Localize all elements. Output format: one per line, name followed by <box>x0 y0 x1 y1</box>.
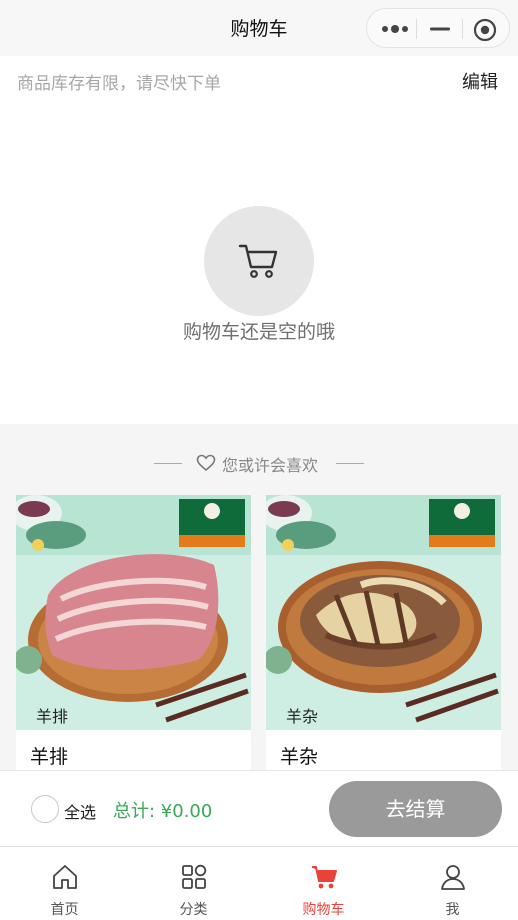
tab-home[interactable]: 首页 <box>0 847 129 920</box>
capsule-divider <box>462 19 463 39</box>
category-icon <box>182 864 207 889</box>
navbar: 购物车 <box>0 0 518 56</box>
cart-icon <box>312 866 337 889</box>
user-icon <box>441 865 465 890</box>
total-amount: 总计: ¥0.00 <box>113 801 213 822</box>
divider-line <box>336 463 364 464</box>
product-photo-lamb-ribs <box>16 495 251 730</box>
tab-label: 分类 <box>179 902 208 918</box>
edit-button[interactable]: 编辑 <box>462 68 498 94</box>
product-name: 羊杂 <box>280 746 319 768</box>
photo-tag: 羊排 <box>36 707 69 726</box>
mini-program-capsule <box>366 8 510 48</box>
empty-cart-illustration <box>204 206 314 316</box>
more-dots-icon[interactable] <box>381 22 409 36</box>
product-card[interactable]: 羊杂 羊杂 <box>266 495 501 795</box>
select-all-checkbox[interactable] <box>31 795 59 823</box>
tab-label: 我 <box>445 902 460 918</box>
checkout-bar: 全选 总计: ¥0.00 去结算 <box>0 770 518 846</box>
tab-label: 首页 <box>50 902 79 918</box>
tab-label: 购物车 <box>302 902 345 918</box>
home-icon <box>53 865 77 889</box>
stock-notice-text: 商品库存有限，请尽快下单 <box>17 74 221 94</box>
tab-me[interactable]: 我 <box>388 847 517 920</box>
stock-notice-bar: 商品库存有限，请尽快下单 编辑 <box>0 56 518 104</box>
product-photo-lamb-offal <box>266 495 501 730</box>
capsule-divider <box>416 19 417 39</box>
empty-cart-state: 购物车还是空的哦 <box>0 104 518 424</box>
photo-tag: 羊杂 <box>286 707 319 726</box>
empty-cart-text: 购物车还是空的哦 <box>182 321 335 343</box>
recommend-title: 您或许会喜欢 <box>222 456 319 475</box>
minimize-icon[interactable] <box>429 22 451 36</box>
product-card[interactable]: 羊排 羊排 <box>16 495 251 795</box>
cart-icon <box>238 244 278 278</box>
heart-icon <box>196 454 216 472</box>
tab-category[interactable]: 分类 <box>129 847 258 920</box>
divider-line <box>154 463 182 464</box>
recommend-header: 您或许会喜欢 <box>0 448 518 478</box>
target-close-icon[interactable] <box>473 18 497 42</box>
checkout-button[interactable]: 去结算 <box>329 781 502 837</box>
product-name: 羊排 <box>30 746 69 768</box>
tab-bar: 首页 分类 购物车 我 <box>0 846 518 920</box>
select-all-label[interactable]: 全选 <box>64 799 96 823</box>
tab-cart[interactable]: 购物车 <box>259 847 388 920</box>
